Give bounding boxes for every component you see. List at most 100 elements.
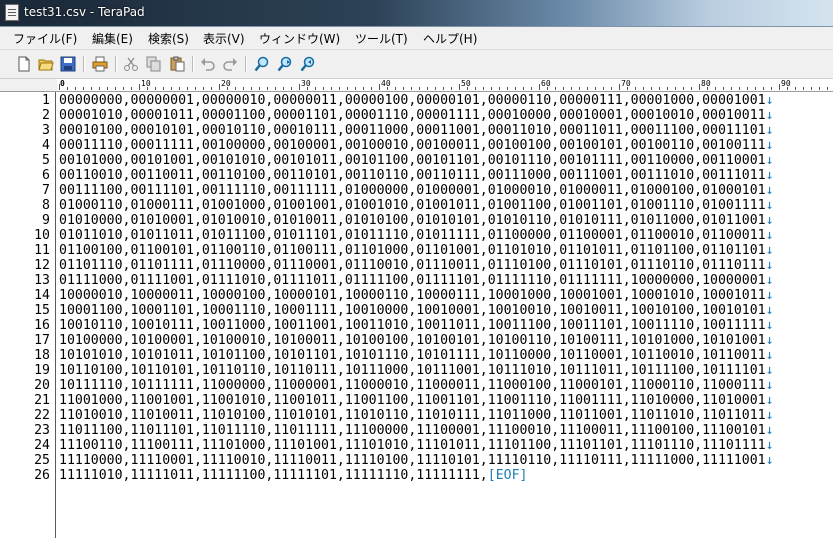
- menu-tools[interactable]: ツール(T): [355, 30, 408, 47]
- line-text: 10101010,10101011,10101100,10101101,1010…: [59, 348, 766, 363]
- line-text: 00111100,00111101,00111110,00111111,0100…: [59, 183, 766, 198]
- newline-marker: ↓: [765, 153, 774, 168]
- save-icon[interactable]: [59, 55, 77, 73]
- undo-icon[interactable]: [199, 55, 217, 73]
- line-number: 17: [34, 333, 50, 348]
- text-editor[interactable]: 1 00000000,00000001,00000010,00000011,000…: [0, 92, 833, 538]
- newline-marker: ↓: [765, 423, 774, 438]
- newline-marker: ↓: [765, 393, 774, 408]
- line-text: 11100110,11100111,11101000,11101001,1110…: [59, 438, 766, 453]
- ruler-label-70: 70: [621, 79, 631, 89]
- newline-marker: ↓: [765, 438, 774, 453]
- new-file-icon[interactable]: [15, 55, 33, 73]
- line-text: 00101000,00101001,00101010,00101011,0010…: [59, 153, 766, 168]
- line-number: 20: [34, 378, 50, 393]
- ruler-label-0: 0: [60, 79, 65, 89]
- ruler-label-20: 20: [221, 79, 231, 89]
- line-number: 10: [34, 228, 50, 243]
- line-text: 10100000,10100001,10100010,10100011,1010…: [59, 333, 766, 348]
- menu-window[interactable]: ウィンドウ(W): [259, 30, 340, 47]
- line-text: 10001100,10001101,10001110,10001111,1001…: [59, 303, 766, 318]
- line-number: 19: [34, 363, 50, 378]
- title-bar[interactable]: test31.csv - TeraPad: [0, 0, 833, 27]
- line-text: 11011100,11011101,11011110,11011111,1110…: [59, 423, 766, 438]
- ruler-label-60: 60: [541, 79, 551, 89]
- window-title: test31.csv - TeraPad: [24, 5, 145, 19]
- line-number: 18: [34, 348, 50, 363]
- document-app-icon[interactable]: [5, 4, 19, 21]
- line-text: 00011110,00011111,00100000,00100001,0010…: [59, 138, 766, 153]
- line-text: 01100100,01100101,01100110,01100111,0110…: [59, 243, 766, 258]
- newline-marker: ↓: [765, 108, 774, 123]
- menu-view[interactable]: 表示(V): [203, 30, 245, 47]
- newline-marker: ↓: [765, 348, 774, 363]
- line-number: 1: [42, 93, 50, 108]
- line-text: 01000110,01000111,01001000,01001001,0100…: [59, 198, 766, 213]
- line-number: 12: [34, 258, 50, 273]
- line-text: 00001010,00001011,00001100,00001101,0000…: [59, 108, 766, 123]
- ruler-label-80: 80: [701, 79, 711, 89]
- paste-icon[interactable]: [168, 55, 186, 73]
- column-ruler: 0 10 20 30 40 50 60 70 80 90: [0, 79, 833, 92]
- line-number: 22: [34, 408, 50, 423]
- menu-file[interactable]: ファイル(F): [13, 30, 77, 47]
- line-number: 11: [34, 243, 50, 258]
- search-prev-icon[interactable]: [299, 55, 317, 73]
- search-icon[interactable]: [253, 55, 271, 73]
- ruler-label-10: 10: [141, 79, 151, 89]
- newline-marker: ↓: [765, 378, 774, 393]
- line-text: 11010010,11010011,11010100,11010101,1101…: [59, 408, 766, 423]
- ruler-label-30: 30: [301, 79, 311, 89]
- line-number: 24: [34, 438, 50, 453]
- newline-marker: ↓: [765, 198, 774, 213]
- newline-marker: ↓: [765, 258, 774, 273]
- line-number: 15: [34, 303, 50, 318]
- newline-marker: ↓: [765, 183, 774, 198]
- line-text: 01111000,01111001,01111010,01111011,0111…: [59, 273, 766, 288]
- newline-marker: ↓: [765, 333, 774, 348]
- line-number: 4: [42, 138, 50, 153]
- line-text: 00010100,00010101,00010110,00010111,0001…: [59, 123, 766, 138]
- line-text: 11110000,11110001,11110010,11110011,1111…: [59, 453, 766, 468]
- newline-marker: ↓: [765, 213, 774, 228]
- line-text: 01011010,01011011,01011100,01011101,0101…: [59, 228, 766, 243]
- newline-marker: ↓: [765, 138, 774, 153]
- line-number: 8: [42, 198, 50, 213]
- line-number: 5: [42, 153, 50, 168]
- cut-icon[interactable]: [122, 55, 140, 73]
- copy-icon[interactable]: [145, 55, 163, 73]
- open-folder-icon[interactable]: [37, 55, 55, 73]
- menu-bar: ファイル(F) 編集(E) 検索(S) 表示(V) ウィンドウ(W) ツール(T…: [0, 27, 833, 50]
- line-number: 23: [34, 423, 50, 438]
- search-next-icon[interactable]: [276, 55, 294, 73]
- line-number: 26: [34, 468, 50, 483]
- newline-marker: ↓: [765, 453, 774, 468]
- newline-marker: ↓: [765, 408, 774, 423]
- line-text: 11111010,11111011,11111100,11111101,1111…: [59, 468, 488, 483]
- line-text: 10111110,10111111,11000000,11000001,1100…: [59, 378, 766, 393]
- line-number: 13: [34, 273, 50, 288]
- line-number: 6: [42, 168, 50, 183]
- line-number: 2: [42, 108, 50, 123]
- newline-marker: ↓: [765, 93, 774, 108]
- newline-marker: ↓: [765, 273, 774, 288]
- menu-edit[interactable]: 編集(E): [92, 30, 133, 47]
- newline-marker: ↓: [765, 228, 774, 243]
- line-number: 14: [34, 288, 50, 303]
- line-text: 00110010,00110011,00110100,00110101,0011…: [59, 168, 766, 183]
- newline-marker: ↓: [765, 363, 774, 378]
- newline-marker: ↓: [765, 288, 774, 303]
- menu-help[interactable]: ヘルプ(H): [423, 30, 477, 47]
- redo-icon[interactable]: [221, 55, 239, 73]
- line-text: 10010110,10010111,10011000,10011001,1001…: [59, 318, 766, 333]
- menu-search[interactable]: 検索(S): [148, 30, 189, 47]
- print-icon[interactable]: [91, 55, 109, 73]
- line-text: 10000010,10000011,10000100,10000101,1000…: [59, 288, 766, 303]
- line-number: 21: [34, 393, 50, 408]
- line-text: 11001000,11001001,11001010,11001011,1100…: [59, 393, 766, 408]
- line-text: 00000000,00000001,00000010,00000011,0000…: [59, 93, 766, 108]
- newline-marker: ↓: [765, 318, 774, 333]
- newline-marker: ↓: [765, 243, 774, 258]
- newline-marker: ↓: [765, 168, 774, 183]
- line-text: 01010000,01010001,01010010,01010011,0101…: [59, 213, 766, 228]
